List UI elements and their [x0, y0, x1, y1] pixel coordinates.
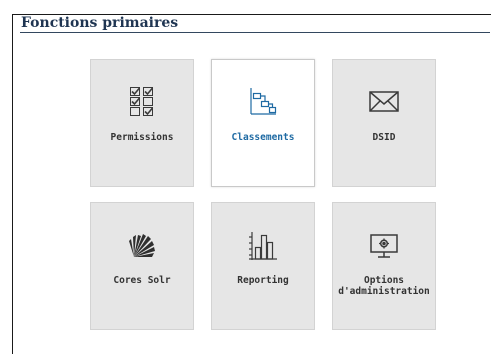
section-title: Fonctions primaires: [21, 15, 179, 31]
tile-reporting[interactable]: Reporting: [211, 202, 315, 330]
envelope-icon: [367, 84, 401, 118]
tile-cores-solr[interactable]: Cores Solr: [90, 202, 194, 330]
checklist-icon: [125, 84, 159, 118]
tile-label: Options d'administration: [338, 275, 430, 297]
tile-label: Cores Solr: [113, 275, 171, 286]
solr-sunburst-icon: [125, 229, 159, 263]
tile-label: Reporting: [237, 275, 289, 286]
hierarchy-icon: [246, 84, 280, 118]
tile-dsid[interactable]: DSID: [332, 59, 436, 187]
tile-permissions[interactable]: Permissions: [90, 59, 194, 187]
tile-classements[interactable]: Classements: [211, 59, 315, 187]
tile-label: DSID: [372, 132, 396, 143]
tile-label: Permissions: [110, 132, 174, 143]
section-divider: [20, 32, 490, 33]
tile-options-administration[interactable]: Options d'administration: [332, 202, 436, 330]
monitor-gear-icon: [367, 229, 401, 263]
bar-chart-icon: [246, 229, 280, 263]
tile-label: Classements: [231, 132, 295, 143]
